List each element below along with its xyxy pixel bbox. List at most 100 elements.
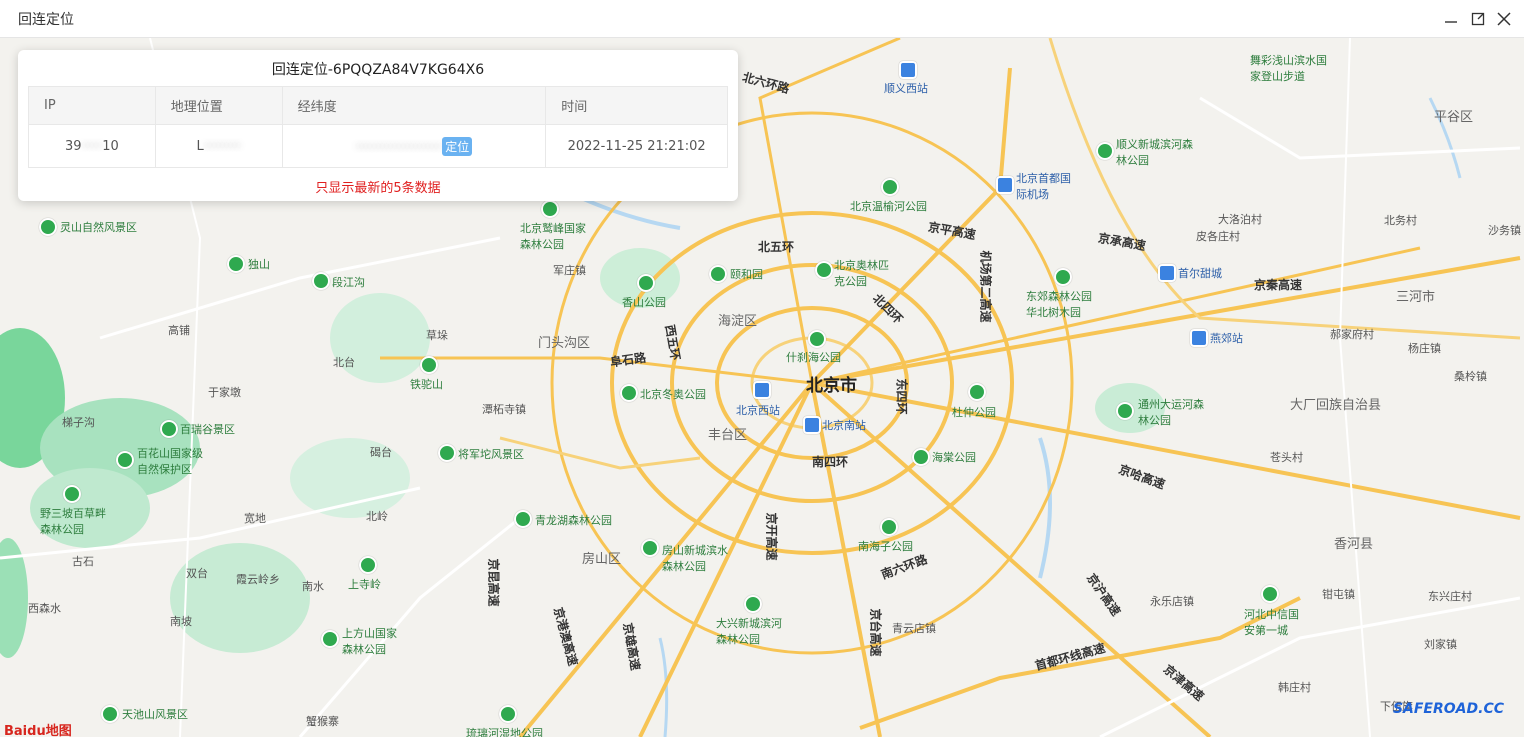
poi-pin-park[interactable] <box>881 178 899 196</box>
town-label: 霞云岭乡 <box>236 573 280 586</box>
town-label: 永乐店镇 <box>1150 595 1194 608</box>
town-label: 刘家镇 <box>1424 638 1457 651</box>
town-label: 苍头村 <box>1270 451 1303 464</box>
town-label: 南坡 <box>170 615 192 628</box>
poi-pin-park[interactable] <box>312 272 330 290</box>
location-table: IP 地理位置 经纬度 时间 39·····10 L········· ····… <box>28 86 728 168</box>
poi-pin-park[interactable] <box>641 539 659 557</box>
town-label: 宽地 <box>244 512 266 525</box>
poi-pin-park[interactable] <box>39 218 57 236</box>
town-label: 青云店镇 <box>892 622 936 635</box>
poi-pin-park[interactable] <box>968 383 986 401</box>
town-label: 西森水 <box>28 602 61 615</box>
poi-label: 百花山国家级自然保护区 <box>137 447 203 476</box>
poi-pin-west-station[interactable] <box>753 381 771 399</box>
city-label: 北京市 <box>806 376 857 396</box>
poi-pin-park[interactable] <box>63 485 81 503</box>
town-label: 北务村 <box>1384 214 1417 227</box>
poi-pin-park[interactable] <box>815 261 833 279</box>
poi-label: 南海子公园 <box>858 540 913 553</box>
town-label: 潭柘寺镇 <box>482 403 526 416</box>
poi-pin-park[interactable] <box>1054 268 1072 286</box>
district-label: 大厂回族自治县 <box>1290 398 1382 413</box>
row-limit-note: 只显示最新的5条数据 <box>315 181 441 196</box>
town-label: 北岭 <box>366 510 388 523</box>
poi-label: 杜仲公园 <box>952 406 996 419</box>
poi-pin-airport[interactable] <box>996 176 1014 194</box>
poi-pin-park[interactable] <box>637 274 655 292</box>
district-label: 丰台区 <box>708 428 748 443</box>
poi-pin-park[interactable] <box>1096 142 1114 160</box>
ip-masked: ····· <box>81 138 103 154</box>
poi-label: 顺义新城滨河森林公园 <box>1116 138 1193 167</box>
poi-label: 东郊森林公园华北树木园 <box>1026 290 1092 319</box>
road-label: 京开高速 <box>764 512 779 561</box>
poi-label: 北京鹫峰国家森林公园 <box>520 222 586 251</box>
minimize-icon[interactable] <box>1442 10 1460 28</box>
road-label: 东四环 <box>894 378 909 415</box>
poi-pin-park[interactable] <box>880 518 898 536</box>
road-label: 机场第二高速 <box>978 250 993 323</box>
poi-label: 野三坡百草畔森林公园 <box>40 507 106 536</box>
poi-pin-shopping[interactable] <box>1158 264 1176 282</box>
poi-pin-park[interactable] <box>912 448 930 466</box>
poi-pin-park[interactable] <box>709 265 727 283</box>
poi-label: 什刹海公园 <box>786 351 841 364</box>
town-label: 北台 <box>333 356 355 369</box>
town-label: 大洛泊村 <box>1218 213 1262 226</box>
poi-pin-shunyi-station[interactable] <box>899 61 917 79</box>
table-row: 39·····10 L········· ···················… <box>28 124 728 168</box>
location-cell: L········· <box>154 124 283 168</box>
district-label: 门头沟区 <box>538 336 591 351</box>
column-header-coords: 经纬度 <box>281 86 547 125</box>
poi-label: 将军坨风景区 <box>458 448 524 461</box>
poi-label: 河北中信国安第一城 <box>1244 608 1299 637</box>
poi-pin-park[interactable] <box>101 705 119 723</box>
poi-label: 青龙湖森林公园 <box>535 514 612 527</box>
road-label: 京昆高速 <box>486 558 501 607</box>
poi-label: 独山 <box>248 258 270 271</box>
poi-label: 灵山自然风景区 <box>60 221 137 234</box>
close-icon[interactable] <box>1495 10 1513 28</box>
poi-label: 海棠公园 <box>932 451 976 464</box>
district-label: 海淀区 <box>718 314 758 329</box>
poi-label: 颐和园 <box>730 268 763 281</box>
poi-label: 北京温榆河公园 <box>850 200 927 213</box>
town-label: 于家墩 <box>208 386 241 399</box>
table-header-row: IP 地理位置 经纬度 时间 <box>28 86 728 125</box>
column-header-location: 地理位置 <box>154 86 283 125</box>
poi-pin-park[interactable] <box>744 595 762 613</box>
poi-pin-park[interactable] <box>160 420 178 438</box>
poi-pin-mountain[interactable] <box>420 356 438 374</box>
poi-pin-park[interactable] <box>321 630 339 648</box>
poi-label: 房山新城滨水森林公园 <box>662 544 728 573</box>
poi-pin-park[interactable] <box>808 330 826 348</box>
road-label: 京台高速 <box>868 608 883 657</box>
poi-pin-park[interactable] <box>1116 402 1134 420</box>
town-label: 杨庄镇 <box>1408 342 1441 355</box>
poi-pin-park[interactable] <box>514 510 532 528</box>
locate-button[interactable]: 定位 <box>442 136 473 156</box>
town-label: 军庄镇 <box>553 264 586 277</box>
baidu-map-logo[interactable]: Baidu地图 <box>4 720 72 737</box>
maximize-icon[interactable] <box>1469 10 1487 28</box>
town-label: 皮各庄村 <box>1196 230 1240 243</box>
window-titlebar: 回连定位 <box>0 0 1524 38</box>
poi-pin-mountain[interactable] <box>359 556 377 574</box>
column-header-time: 时间 <box>545 86 728 125</box>
town-label: 韩庄村 <box>1278 681 1311 694</box>
location-panel: 回连定位-6PQQZA84V7KG64X6 IP 地理位置 经纬度 时间 39·… <box>18 50 738 201</box>
district-label: 三河市 <box>1396 290 1436 305</box>
coords-masked: ····················· <box>355 139 443 155</box>
poi-pin-park[interactable] <box>1261 585 1279 603</box>
poi-pin-mountain[interactable] <box>227 255 245 273</box>
poi-pin-park[interactable] <box>620 384 638 402</box>
poi-pin-yanjiao-station[interactable] <box>1190 329 1208 347</box>
poi-pin-south-station[interactable] <box>803 416 821 434</box>
poi-label: 天池山风景区 <box>122 708 188 721</box>
poi-pin-park[interactable] <box>541 200 559 218</box>
poi-pin-park[interactable] <box>499 705 517 723</box>
poi-pin-park[interactable] <box>438 444 456 462</box>
poi-label: 琉璃河湿地公园 <box>466 727 543 737</box>
poi-pin-park[interactable] <box>116 451 134 469</box>
